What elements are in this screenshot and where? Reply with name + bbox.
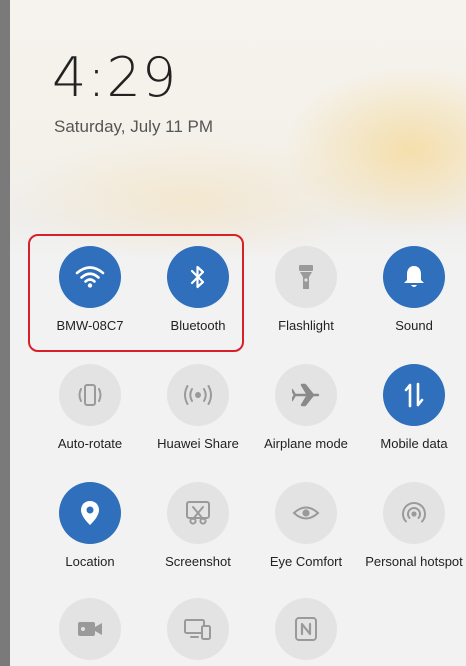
tile-label: Airplane mode xyxy=(264,436,348,451)
tile-label: Screenshot xyxy=(165,554,231,569)
share-waves-icon xyxy=(167,364,229,426)
clock-time: 4:29 xyxy=(52,46,178,109)
tile-huawei-share[interactable]: Huawei Share xyxy=(144,364,252,453)
nfc-icon xyxy=(275,598,337,660)
tile-screen-recorder[interactable] xyxy=(36,598,144,660)
tile-sound[interactable]: Sound xyxy=(360,246,466,335)
tile-mobile-data[interactable]: Mobile data xyxy=(360,364,466,453)
tile-label: Eye Comfort xyxy=(269,554,343,569)
tile-label: Mobile data xyxy=(380,436,448,451)
eye-icon xyxy=(275,482,337,544)
tile-location[interactable]: Location xyxy=(36,482,144,571)
bell-icon xyxy=(383,246,445,308)
tile-label: Personal hotspot xyxy=(365,554,463,569)
wifi-icon xyxy=(59,246,121,308)
hotspot-icon xyxy=(383,482,445,544)
tile-bluetooth[interactable]: Bluetooth xyxy=(144,246,252,335)
tile-label: Flashlight xyxy=(278,318,334,333)
multi-screen-icon xyxy=(167,598,229,660)
tile-label: Sound xyxy=(395,318,433,333)
flashlight-icon xyxy=(275,246,337,308)
tile-label: Auto-rotate xyxy=(57,436,123,451)
screenshot-scissors-icon xyxy=(167,482,229,544)
clock-date: Saturday, July 11 PM xyxy=(54,117,214,136)
airplane-icon xyxy=(275,364,337,426)
bluetooth-icon xyxy=(167,246,229,308)
left-edge-bar xyxy=(0,0,10,666)
tile-label: Huawei Share xyxy=(157,436,239,451)
tile-label: Bluetooth xyxy=(170,318,226,333)
tile-auto-rotate[interactable]: Auto-rotate xyxy=(36,364,144,453)
tile-airplane-mode[interactable]: Airplane mode xyxy=(252,364,360,453)
video-camera-icon xyxy=(59,598,121,660)
tile-screenshot[interactable]: Screenshot xyxy=(144,482,252,571)
tile-personal-hotspot[interactable]: Personal hotspot xyxy=(360,482,466,571)
location-pin-icon xyxy=(59,482,121,544)
tile-flashlight[interactable]: Flashlight xyxy=(252,246,360,335)
tile-eye-comfort[interactable]: Eye Comfort xyxy=(252,482,360,571)
tile-label: BMW-08C7 xyxy=(56,318,124,333)
tile-nfc[interactable] xyxy=(252,598,360,660)
tile-multi-screen[interactable] xyxy=(144,598,252,660)
auto-rotate-icon xyxy=(59,364,121,426)
tile-wifi[interactable]: BMW-08C7 xyxy=(36,246,144,335)
mobile-data-arrows-icon xyxy=(383,364,445,426)
tile-label: Location xyxy=(65,554,115,569)
